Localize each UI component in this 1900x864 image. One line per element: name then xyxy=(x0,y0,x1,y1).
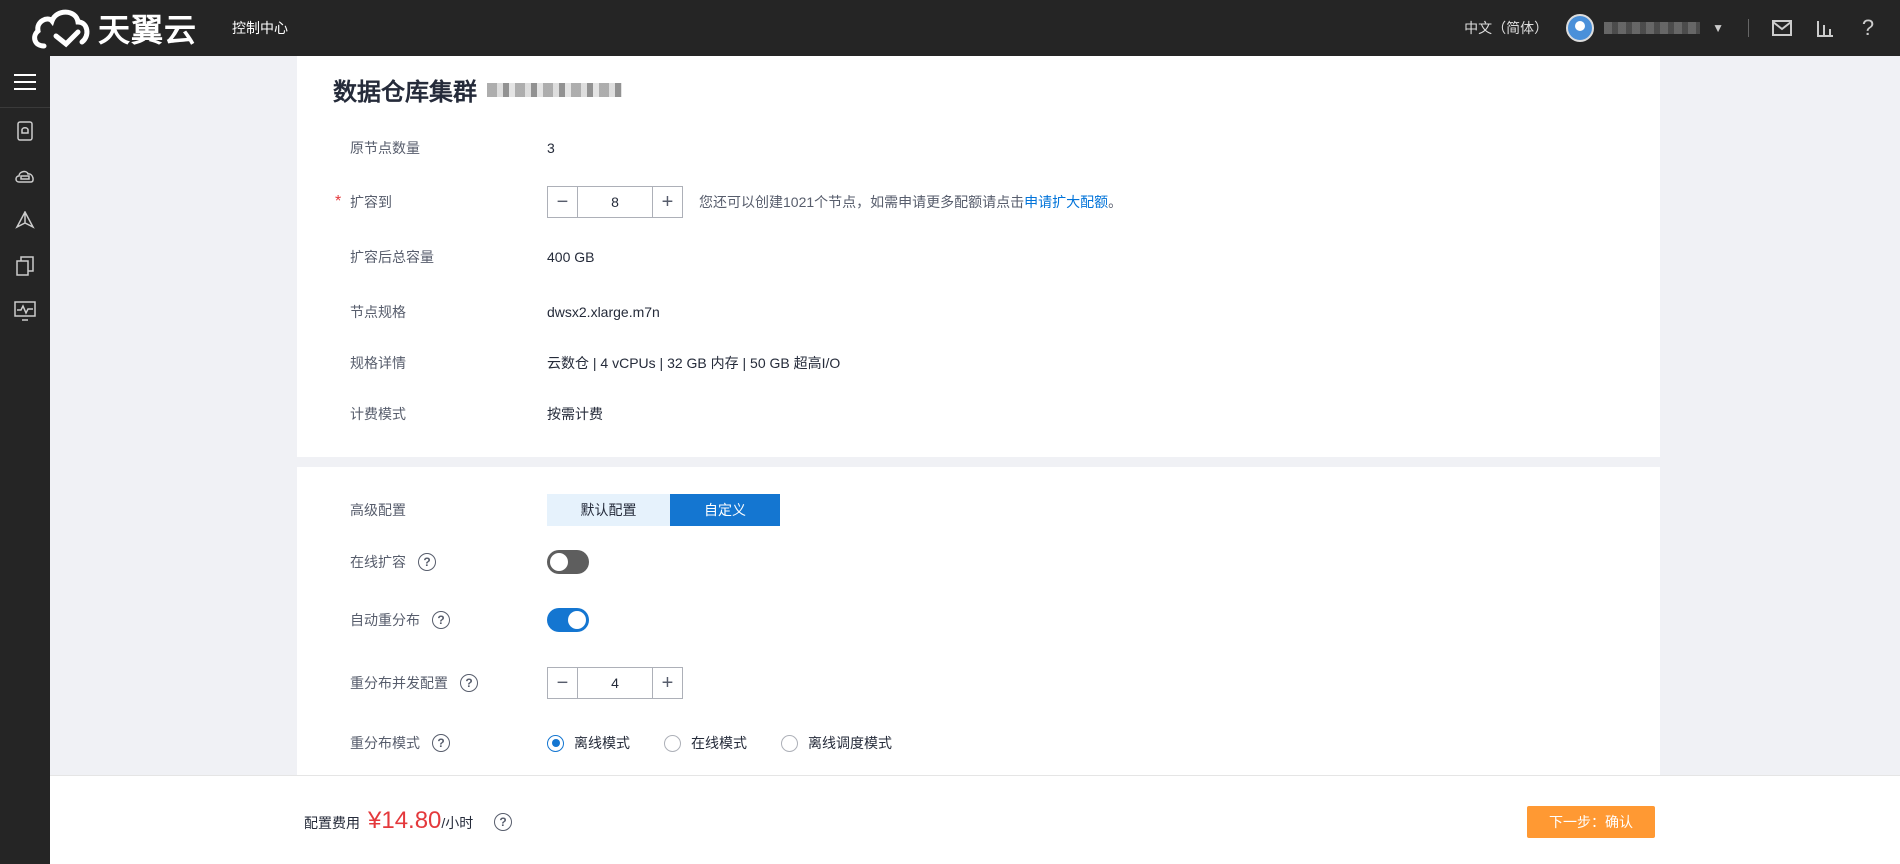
original-nodes-label: 原节点数量 xyxy=(350,140,420,156)
menu-icon[interactable] xyxy=(0,56,50,108)
divider xyxy=(1748,19,1749,37)
avatar[interactable] xyxy=(1566,14,1595,42)
help-icon[interactable]: ? xyxy=(1857,15,1879,40)
username-redacted[interactable] xyxy=(1604,22,1701,34)
bar-chart-icon[interactable] xyxy=(1814,17,1836,39)
default-config-option[interactable]: 默认配置 xyxy=(547,494,670,526)
fee-price: ¥14.80 xyxy=(368,807,442,834)
copy-icon[interactable] xyxy=(0,243,50,288)
offline-mode-label: 离线模式 xyxy=(574,735,630,751)
mail-icon[interactable] xyxy=(1771,17,1793,39)
billing-mode-value: 按需计费 xyxy=(547,406,603,422)
online-scale-row: 在线扩容 ? xyxy=(350,550,589,574)
cloud-icon[interactable] xyxy=(0,153,50,198)
online-scale-switch[interactable] xyxy=(547,550,589,574)
advanced-config-panel: 高级配置 默认配置 自定义 在线扩容 ? 自动重分布 ? 重分布并发配置 ? −… xyxy=(297,467,1660,775)
advanced-config-row: 高级配置 默认配置 自定义 xyxy=(350,494,780,526)
help-icon[interactable]: ? xyxy=(494,813,512,831)
console-link[interactable]: 控制中心 xyxy=(232,18,288,38)
flavor-detail-label: 规格详情 xyxy=(350,355,406,371)
fee-display: 配置费用 ¥14.80 /小时 xyxy=(304,807,473,835)
auto-redistribute-switch[interactable] xyxy=(547,608,589,632)
monitor-icon[interactable] xyxy=(0,288,50,333)
offline-mode-radio[interactable]: 离线模式 xyxy=(547,733,630,753)
config-mode-toggle[interactable]: 默认配置 自定义 xyxy=(547,494,780,526)
help-icon[interactable]: ? xyxy=(460,674,478,692)
decrement-button[interactable]: − xyxy=(548,187,578,217)
cluster-name-redacted xyxy=(487,82,622,97)
help-icon[interactable]: ? xyxy=(418,553,436,571)
flavor-detail-value: 云数仓 | 4 vCPUs | 32 GB 内存 | 50 GB 超高I/O xyxy=(547,355,841,371)
total-capacity-label: 扩容后总容量 xyxy=(350,249,434,265)
concurrency-stepper[interactable]: − 4 + xyxy=(547,667,683,699)
advanced-config-label: 高级配置 xyxy=(350,502,406,518)
node-count-stepper[interactable]: − 8 + xyxy=(547,186,683,218)
increment-button[interactable]: + xyxy=(652,668,682,698)
network-icon[interactable] xyxy=(0,198,50,243)
chevron-down-icon[interactable]: ▼ xyxy=(1712,21,1724,35)
total-capacity-value: 400 GB xyxy=(547,249,595,265)
side-rail xyxy=(0,56,50,864)
request-quota-link[interactable]: 申请扩大配额 xyxy=(1024,194,1108,210)
custom-config-option[interactable]: 自定义 xyxy=(670,494,780,526)
redistribute-mode-label: 重分布模式 xyxy=(350,735,420,751)
language-selector[interactable]: 中文（简体） xyxy=(1464,18,1548,38)
footer-bar: 配置费用 ¥14.80 /小时 ? 下一步：确认 xyxy=(50,775,1900,864)
redistribute-mode-radios: 离线模式 在线模式 离线调度模式 xyxy=(547,733,926,753)
billing-mode-row: 计费模式 按需计费 xyxy=(350,404,603,424)
scale-to-row: * 扩容到 − 8 + 您还可以创建1021个节点，如需申请更多配额请点击申请扩… xyxy=(335,186,1122,218)
offline-schedule-mode-label: 离线调度模式 xyxy=(808,735,892,751)
total-capacity-row: 扩容后总容量 400 GB xyxy=(350,247,594,267)
original-nodes-row: 原节点数量 3 xyxy=(350,138,555,158)
page-title-text: 数据仓库集群 xyxy=(333,79,477,106)
node-flavor-row: 节点规格 dwsx2.xlarge.m7n xyxy=(350,302,660,322)
online-mode-radio[interactable]: 在线模式 xyxy=(664,733,747,753)
online-mode-label: 在线模式 xyxy=(691,735,747,751)
help-icon[interactable]: ? xyxy=(432,734,450,752)
logo[interactable]: 天翼云 xyxy=(30,5,200,51)
fee-label: 配置费用 xyxy=(304,815,360,831)
quota-hint-suffix: 。 xyxy=(1108,194,1123,210)
offline-schedule-mode-radio[interactable]: 离线调度模式 xyxy=(781,733,892,753)
auto-redistribute-label: 自动重分布 xyxy=(350,612,420,628)
redistribute-concurrency-row: 重分布并发配置 ? − 4 + xyxy=(350,667,683,699)
quota-hint-text: 您还可以创建1021个节点，如需申请更多配额请点击 xyxy=(699,194,1025,210)
database-icon[interactable] xyxy=(0,108,50,153)
node-flavor-value: dwsx2.xlarge.m7n xyxy=(547,304,660,320)
redistribute-concurrency-label: 重分布并发配置 xyxy=(350,675,448,691)
node-count-input[interactable]: 8 xyxy=(578,187,652,217)
original-nodes-value: 3 xyxy=(547,140,555,156)
node-flavor-label: 节点规格 xyxy=(350,304,406,320)
decrement-button[interactable]: − xyxy=(548,668,578,698)
required-mark: * xyxy=(335,193,342,210)
increment-button[interactable]: + xyxy=(652,187,682,217)
cloud-logo-icon xyxy=(32,9,90,49)
help-icon[interactable]: ? xyxy=(432,611,450,629)
auto-redistribute-row: 自动重分布 ? xyxy=(350,608,589,632)
next-confirm-button[interactable]: 下一步：确认 xyxy=(1527,806,1655,838)
scale-to-label: 扩容到 xyxy=(350,194,392,210)
flavor-detail-row: 规格详情 云数仓 | 4 vCPUs | 32 GB 内存 | 50 GB 超高… xyxy=(350,353,840,373)
online-scale-label: 在线扩容 xyxy=(350,554,406,570)
concurrency-input[interactable]: 4 xyxy=(578,668,652,698)
fee-unit: /小时 xyxy=(441,815,474,831)
quota-hint: 您还可以创建1021个节点，如需申请更多配额请点击申请扩大配额。 xyxy=(699,192,1122,212)
logo-text: 天翼云 xyxy=(98,12,198,48)
cluster-info-panel: 数据仓库集群 原节点数量 3 * 扩容到 − 8 + 您还可以创建1021个节点… xyxy=(297,56,1660,457)
top-navbar: 天翼云 控制中心 中文（简体） ▼ ? xyxy=(0,0,1900,56)
billing-mode-label: 计费模式 xyxy=(350,406,406,422)
page-title: 数据仓库集群 xyxy=(333,72,622,107)
redistribute-mode-row: 重分布模式 ? 离线模式 在线模式 离线调度模式 xyxy=(350,733,926,753)
